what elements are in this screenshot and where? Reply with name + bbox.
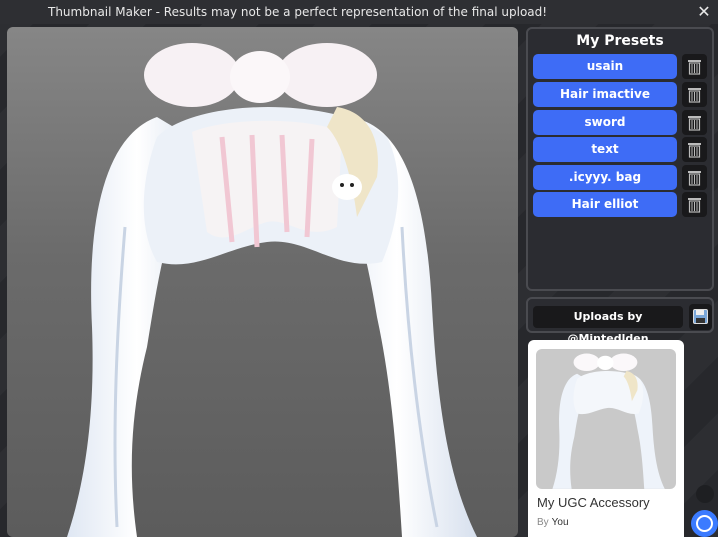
window-title: Thumbnail Maker - Results may not be a p… [48, 5, 548, 19]
trash-icon [688, 88, 701, 103]
delete-preset-button[interactable] [682, 165, 707, 190]
ugc-accessory-card[interactable]: My UGC Accessory By You [528, 340, 684, 537]
presets-panel: My Presets usain Hair imactive sword tex… [526, 27, 714, 291]
accessory-thumbnail [536, 349, 676, 489]
dark-color-option[interactable] [696, 485, 714, 503]
preset-button[interactable]: text [533, 137, 677, 162]
delete-preset-button[interactable] [682, 82, 707, 107]
trash-icon [688, 60, 701, 75]
floppy-disk-icon [693, 309, 708, 324]
trash-icon [688, 198, 701, 213]
preset-row: Hair imactive [533, 82, 711, 107]
preset-row: text [533, 137, 711, 162]
uploads-by-button[interactable]: Uploads by @Mintedlden [533, 306, 683, 345]
hair-accessory-preview [67, 43, 477, 537]
close-icon: ✕ [697, 2, 711, 21]
delete-preset-button[interactable] [682, 192, 707, 217]
preset-button[interactable]: Hair imactive [533, 82, 677, 107]
preset-button[interactable]: .icyyy. bag [533, 165, 677, 190]
trash-icon [688, 143, 701, 158]
3d-preview-viewport[interactable] [7, 27, 518, 537]
delete-preset-button[interactable] [682, 110, 707, 135]
preset-row: .icyyy. bag [533, 165, 711, 190]
by-label: By [537, 517, 549, 528]
presets-heading: My Presets [576, 33, 664, 49]
save-button[interactable] [689, 304, 712, 330]
uploads-panel: Uploads by @Mintedlden [526, 297, 714, 345]
delete-preset-button[interactable] [682, 137, 707, 162]
trash-icon [688, 171, 701, 186]
creator-line: By You [537, 517, 569, 528]
preset-button[interactable]: Hair elliot [533, 192, 677, 217]
delete-preset-button[interactable] [682, 54, 707, 79]
preset-button[interactable]: usain [533, 54, 677, 79]
creator-name: You [551, 517, 569, 528]
selected-color-option[interactable] [691, 510, 718, 537]
preset-row: Hair elliot [533, 192, 711, 217]
preset-row: sword [533, 110, 711, 135]
trash-icon [688, 116, 701, 131]
close-button[interactable]: ✕ [694, 2, 714, 22]
preset-row: usain [533, 54, 711, 79]
hair-accessory-thumbnail-image [552, 353, 665, 489]
title-bar: Thumbnail Maker - Results may not be a p… [0, 0, 718, 24]
accessory-name: My UGC Accessory [537, 495, 650, 510]
preset-button[interactable]: sword [533, 110, 677, 135]
